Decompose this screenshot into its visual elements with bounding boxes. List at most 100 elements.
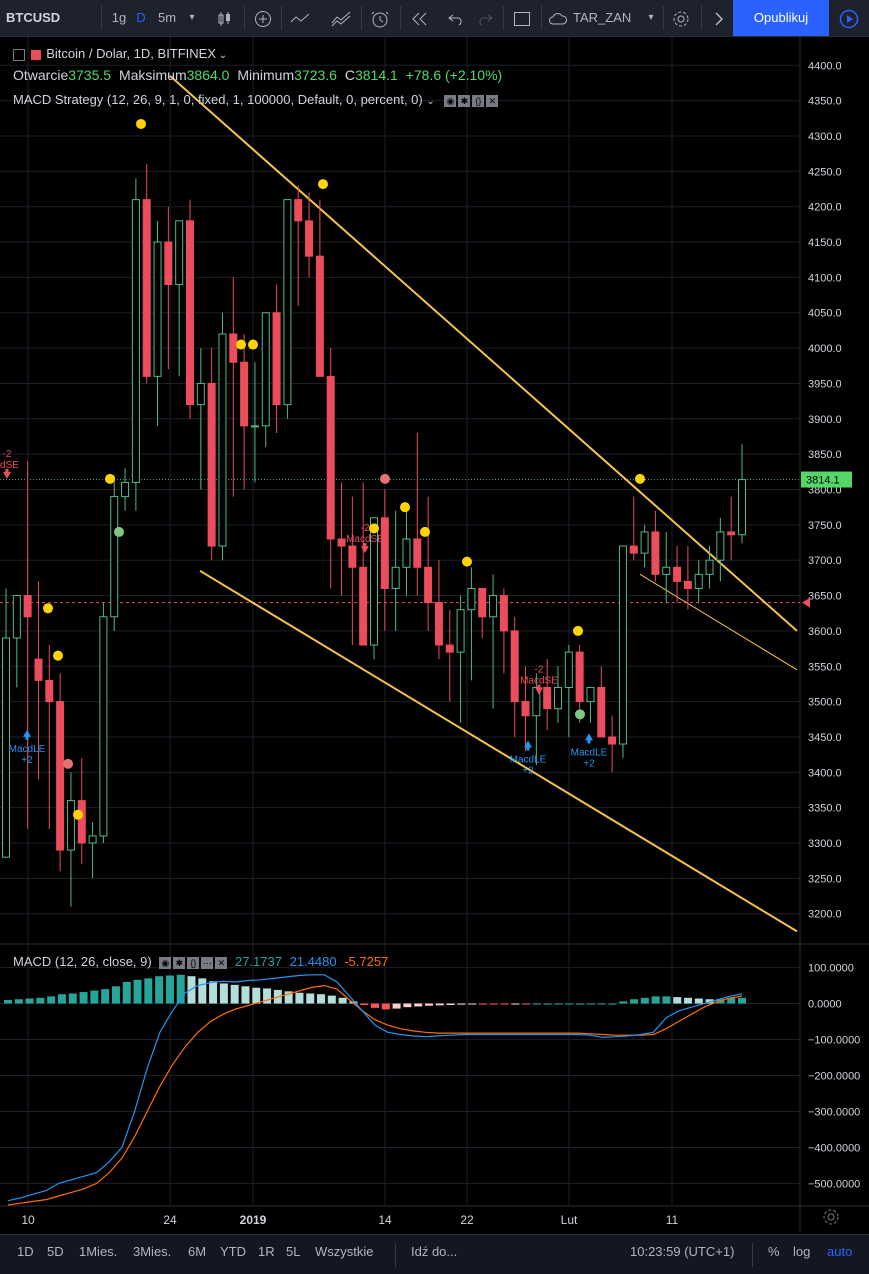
- undo-icon[interactable]: [444, 0, 468, 36]
- interval-5m[interactable]: 5m: [153, 0, 181, 36]
- price-tick-label: 3450.0: [808, 732, 842, 744]
- range-1m[interactable]: 1Mies.: [79, 1235, 117, 1274]
- macd-histogram-bar: [155, 976, 164, 1004]
- candle: [34, 658, 43, 681]
- macd-tick-label: −300.0000: [808, 1106, 860, 1118]
- collapse-legend-icon[interactable]: [13, 48, 25, 61]
- chart-area[interactable]: -2cdSEMacdLE+2-2MacdSEMacdLE+2-2MacdSEMa…: [0, 37, 869, 1234]
- macd-histogram-bar: [597, 1003, 606, 1005]
- candle: [608, 736, 617, 745]
- auto-scale-toggle[interactable]: auto: [827, 1235, 852, 1274]
- title-chevron-down-icon[interactable]: ⌄: [216, 50, 227, 61]
- log-scale-toggle[interactable]: log: [793, 1235, 810, 1274]
- gear-icon[interactable]: ✱: [173, 956, 186, 969]
- interval-dropdown-chevron-icon[interactable]: ▾: [185, 0, 199, 36]
- range-6m[interactable]: 6M: [188, 1235, 206, 1274]
- expand-chevron-right-icon[interactable]: [708, 0, 730, 36]
- template-cloud-icon[interactable]: [548, 0, 568, 36]
- macd-title[interactable]: MACD (12, 26, close, 9): [13, 954, 152, 969]
- symbol-title[interactable]: Bitcoin / Dolar, 1D, BITFINEX: [46, 46, 216, 61]
- template-name[interactable]: TAR_ZAN: [573, 0, 641, 36]
- pivot-marker-yellow: [369, 523, 379, 534]
- trend-line: [199, 569, 798, 933]
- pivot-marker-yellow: [73, 809, 83, 820]
- macd-histogram-bar: [489, 1003, 498, 1005]
- range-3m[interactable]: 3Mies.: [133, 1235, 171, 1274]
- time-tick-label: 2019: [240, 1213, 267, 1227]
- scale-settings-gear-icon[interactable]: [822, 1208, 842, 1228]
- range-5d[interactable]: 5D: [47, 1235, 64, 1274]
- percent-scale-toggle[interactable]: %: [768, 1235, 780, 1274]
- more-icon[interactable]: ⋯: [201, 956, 214, 969]
- time-tick-label: 14: [378, 1213, 392, 1227]
- strategy-legend[interactable]: MACD Strategy (12, 26, 9, 1, 0, fixed, 1…: [13, 92, 500, 107]
- signal-label: -2: [361, 523, 370, 534]
- eye-icon[interactable]: ◉: [444, 94, 457, 107]
- interval-1g[interactable]: 1g: [108, 0, 130, 36]
- candle: [738, 479, 746, 536]
- pivot-marker-green: [114, 526, 124, 537]
- code-braces-icon[interactable]: {}: [187, 956, 200, 969]
- macd-histogram-bar: [403, 1003, 412, 1008]
- chart-canvas[interactable]: -2cdSEMacdLE+2-2MacdSEMacdLE+2-2MacdSEMa…: [0, 37, 869, 1234]
- toolbar-divider: [101, 6, 102, 30]
- range-5y[interactable]: 5L: [286, 1235, 300, 1274]
- code-braces-icon[interactable]: {}: [472, 94, 485, 107]
- interval-d[interactable]: D: [132, 0, 150, 36]
- redo-icon[interactable]: [473, 0, 497, 36]
- indicators-icon[interactable]: [329, 0, 353, 36]
- alert-clock-icon[interactable]: [368, 0, 392, 36]
- candle: [618, 545, 627, 745]
- toolbar-divider: [541, 6, 542, 30]
- fullscreen-icon[interactable]: [510, 0, 534, 36]
- gear-icon[interactable]: ✱: [458, 94, 471, 107]
- toolbar-divider: [663, 6, 664, 30]
- time-tick-label: 10: [21, 1213, 35, 1227]
- range-all[interactable]: Wszystkie: [315, 1235, 374, 1274]
- macd-tick-label: −500.0000: [808, 1178, 860, 1190]
- toolbar-divider: [361, 6, 362, 30]
- candle: [272, 312, 281, 406]
- macd-tick-label: −400.0000: [808, 1142, 860, 1154]
- ohlc-values: Otwarcie3735.5 Maksimum3864.0 Minimum372…: [13, 67, 502, 83]
- strategy-chevron-down-icon[interactable]: ⌄: [426, 96, 434, 107]
- eye-icon[interactable]: ◉: [159, 956, 172, 969]
- candle: [77, 800, 86, 844]
- candle: [207, 382, 216, 547]
- range-1d[interactable]: 1D: [17, 1235, 34, 1274]
- pivot-marker-red: [380, 473, 390, 484]
- compare-icon[interactable]: [288, 0, 312, 36]
- play-icon[interactable]: [832, 0, 866, 36]
- macd-histogram-bar: [424, 1003, 433, 1006]
- clock-time[interactable]: 10:23:59 (UTC+1): [630, 1235, 734, 1274]
- chart-type-candles-icon[interactable]: [213, 0, 235, 36]
- candle: [467, 587, 476, 611]
- macd-histogram-bar: [90, 990, 99, 1004]
- publish-button[interactable]: Opublikuj: [733, 0, 829, 36]
- pivot-marker-yellow: [236, 339, 246, 350]
- symbol-search[interactable]: BTCUSD: [6, 0, 76, 36]
- sell-arrow-stem: [537, 684, 541, 689]
- toolbar-divider: [701, 6, 702, 30]
- add-indicator-icon[interactable]: [251, 0, 275, 36]
- macd-histogram-bar: [68, 993, 77, 1004]
- replay-icon[interactable]: [408, 0, 432, 36]
- macd-histogram-bar: [317, 994, 326, 1004]
- template-chevron-down-icon[interactable]: ▾: [644, 0, 658, 36]
- range-ytd[interactable]: YTD: [220, 1235, 246, 1274]
- close-icon[interactable]: ✕: [215, 956, 228, 969]
- pivot-marker-yellow: [43, 603, 53, 614]
- settings-gear-icon[interactable]: [669, 0, 693, 36]
- candle: [489, 595, 498, 618]
- candle: [12, 595, 21, 639]
- close-icon[interactable]: ✕: [486, 94, 499, 107]
- goto-date-button[interactable]: Idź do...: [411, 1235, 457, 1274]
- buy-arrow-icon: [23, 729, 31, 737]
- strategy-label[interactable]: MACD Strategy (12, 26, 9, 1, 0, fixed, 1…: [13, 92, 423, 107]
- candle: [99, 616, 108, 837]
- price-tick-label: 4000.0: [808, 343, 842, 355]
- macd-histogram-bar: [338, 997, 347, 1004]
- range-1y[interactable]: 1R: [258, 1235, 275, 1274]
- candle: [554, 686, 562, 710]
- candle: [727, 531, 736, 536]
